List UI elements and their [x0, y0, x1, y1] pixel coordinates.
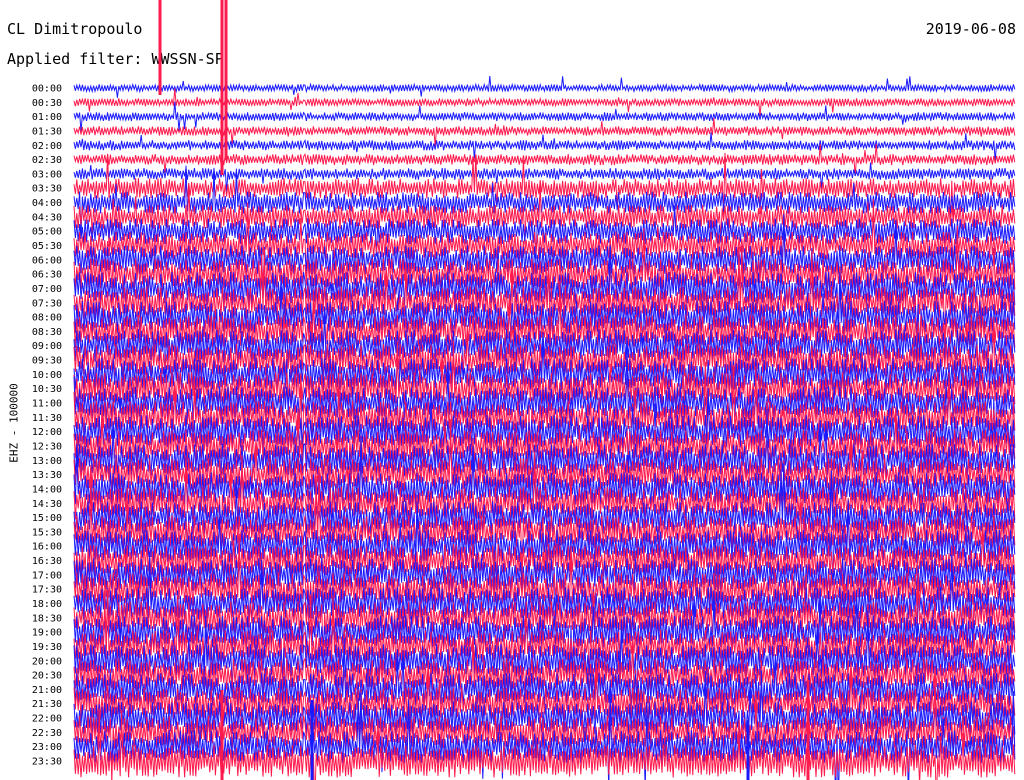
time-label: 19:00: [32, 628, 62, 639]
time-label: 21:30: [32, 699, 62, 710]
time-label: 13:30: [32, 470, 62, 481]
time-label-group: 00:00 00:30 01:00 01:30 02:00 02:30 03:00 03:30…: [32, 84, 62, 768]
time-label: 11:30: [32, 413, 62, 424]
time-label: 20:00: [32, 656, 62, 667]
time-label: 17:30: [32, 585, 62, 596]
trace-group: [73, 0, 1016, 780]
time-label: 03:00: [32, 169, 62, 180]
time-label: 16:30: [32, 556, 62, 567]
time-label: 22:30: [32, 728, 62, 739]
time-label: 16:00: [32, 542, 62, 553]
time-label: 11:00: [32, 399, 62, 410]
time-label: 04:00: [32, 198, 62, 209]
time-label: 05:30: [32, 241, 62, 252]
time-label: 06:30: [32, 270, 62, 281]
time-label: 19:30: [32, 642, 62, 653]
trace-row: [73, 101, 1016, 132]
time-label: 10:30: [32, 384, 62, 395]
time-label: 10:00: [32, 370, 62, 381]
time-label: 15:00: [32, 513, 62, 524]
time-label: 18:00: [32, 599, 62, 610]
time-label: 00:00: [32, 84, 62, 95]
time-label: 02:30: [32, 155, 62, 166]
time-label: 20:30: [32, 671, 62, 682]
time-label: 21:00: [32, 685, 62, 696]
time-label: 04:30: [32, 212, 62, 223]
time-label: 12:00: [32, 427, 62, 438]
time-label: 15:30: [32, 527, 62, 538]
time-label: 01:30: [32, 126, 62, 137]
time-label: 14:30: [32, 499, 62, 510]
helicorder-plot: 00:00 00:30 01:00 01:30 02:00 02:30 03:00 03:30…: [32, 0, 1016, 780]
trace-row: [73, 75, 1016, 98]
time-label: 06:00: [32, 255, 62, 266]
time-label: 08:30: [32, 327, 62, 338]
time-label: 08:00: [32, 313, 62, 324]
time-label: 23:30: [32, 757, 62, 768]
time-label: 14:00: [32, 484, 62, 495]
time-label: 01:00: [32, 112, 62, 123]
time-label: 09:30: [32, 356, 62, 367]
time-label: 05:00: [32, 227, 62, 238]
time-label: 09:00: [32, 341, 62, 352]
time-label: 23:00: [32, 742, 62, 753]
time-label: 03:30: [32, 184, 62, 195]
time-label: 18:30: [32, 613, 62, 624]
time-label: 22:00: [32, 714, 62, 725]
time-label: 12:30: [32, 441, 62, 452]
time-label: 13:00: [32, 456, 62, 467]
time-label: 07:00: [32, 284, 62, 295]
time-label: 02:00: [32, 141, 62, 152]
time-label: 07:30: [32, 298, 62, 309]
time-label: 00:30: [32, 98, 62, 109]
time-label: 17:00: [32, 570, 62, 581]
